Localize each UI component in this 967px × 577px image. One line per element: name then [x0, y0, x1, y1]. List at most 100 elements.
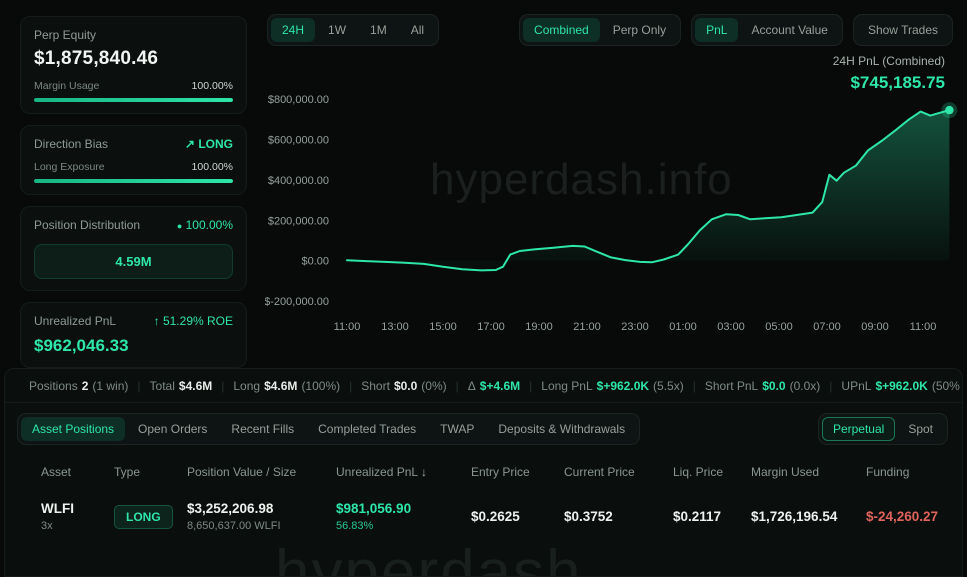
pnl-summary-label: 24H PnL (Combined) — [833, 54, 945, 68]
stat-long-pnl: Long PnL$+962.0K(5.5x) — [541, 379, 683, 393]
y-axis-tick-label: $-200,000.00 — [265, 296, 329, 308]
stat-short-part: $0.0 — [394, 379, 417, 393]
margin-usage-bar-fill — [34, 98, 233, 102]
asset-cell: WLFI3x — [41, 501, 114, 532]
position-distribution-label: Position Distribution — [34, 218, 140, 232]
stat-long-pnl-part: $+962.0K — [597, 379, 649, 393]
position-distribution-value: 100.00% — [186, 218, 233, 232]
unrealized-pnl-label: Unrealized PnL — [34, 314, 116, 328]
tab-open-orders[interactable]: Open Orders — [127, 417, 218, 441]
perp-only-button[interactable]: Perp Only — [602, 18, 677, 42]
direction-bias-card: Direction Bias ↗ LONG Long Exposure 100.… — [20, 125, 247, 195]
stat-short-pnl-part: Short PnL — [705, 379, 758, 393]
watermark-bottom-text: hyperdash — [275, 537, 583, 577]
column-header-margin-used[interactable]: Margin Used — [751, 465, 866, 479]
time-range-all[interactable]: All — [400, 18, 435, 42]
stat-long-part: (100%) — [301, 379, 340, 393]
column-header-funding[interactable]: Funding — [866, 465, 948, 479]
margin-usage-value: 100.00% — [192, 80, 233, 92]
position-distribution-amount[interactable]: 4.59M — [34, 244, 233, 279]
pnl-area-fill — [347, 110, 949, 270]
tab-recent-fills[interactable]: Recent Fills — [220, 417, 305, 441]
stat-separator: | — [456, 379, 459, 393]
toolbar-group-0: CombinedPerp Only — [519, 14, 681, 46]
account-value-button[interactable]: Account Value — [740, 18, 839, 42]
combined-button[interactable]: Combined — [523, 18, 600, 42]
x-axis-tick-label: 11:00 — [334, 321, 361, 333]
spot-toggle[interactable]: Spot — [897, 417, 944, 441]
tab-asset-positions[interactable]: Asset Positions — [21, 417, 125, 441]
x-axis-tick-label: 05:00 — [765, 321, 793, 333]
column-header-asset[interactable]: Asset — [41, 465, 114, 479]
stat-positions-part: 2 — [82, 379, 89, 393]
tabs-row: Asset PositionsOpen OrdersRecent FillsCo… — [5, 403, 962, 445]
pnl-chart-panel: 24H1W1MAll CombinedPerp Only PnLAccount V… — [265, 0, 967, 368]
market-toggle: PerpetualSpot — [818, 413, 948, 445]
margin-usage-bar — [34, 98, 233, 102]
x-axis-tick-label: 17:00 — [477, 321, 505, 333]
x-axis-tick-label: 21:00 — [573, 321, 601, 333]
stat-short-pnl-part: (0.0x) — [790, 379, 821, 393]
time-range-1m[interactable]: 1M — [359, 18, 398, 42]
tab-completed-trades[interactable]: Completed Trades — [307, 417, 427, 441]
unrealized-pnl-card: Unrealized PnL ↑ 51.29% ROE $962,046.33 — [20, 302, 247, 368]
column-header-position-value-size[interactable]: Position Value / Size — [187, 465, 336, 479]
chart-toolbar: 24H1W1MAll CombinedPerp Only PnLAccount V… — [265, 0, 967, 46]
table-header: AssetTypePosition Value / SizeUnrealized… — [41, 449, 948, 493]
stat-separator: | — [221, 379, 224, 393]
position-value: $3,252,206.98 — [187, 501, 336, 516]
stat-long-pnl-part: Long PnL — [541, 379, 592, 393]
stat-short-part: (0%) — [421, 379, 446, 393]
positions-panel: Positions2(1 win)|Total$4.6M|Long$4.6M(1… — [4, 368, 963, 577]
show-trades-button[interactable]: Show Trades — [857, 18, 949, 42]
long-badge: LONG — [114, 505, 173, 529]
stat-upnl-part: $+962.0K — [875, 379, 927, 393]
unrealized-pnl-value: $962,046.33 — [34, 336, 233, 356]
column-header-entry-price[interactable]: Entry Price — [471, 465, 564, 479]
upnl-percent: 56.83% — [336, 520, 471, 532]
long-exposure-label: Long Exposure — [34, 161, 105, 173]
stat-long-part: Long — [233, 379, 260, 393]
upnl-value: $981,056.90 — [336, 501, 471, 516]
column-header-current-price[interactable]: Current Price — [564, 465, 673, 479]
column-header-type[interactable]: Type — [114, 465, 187, 479]
pnl-button[interactable]: PnL — [695, 18, 738, 42]
stat-short-part: Short — [361, 379, 390, 393]
stat-positions: Positions 2(1 win) — [29, 379, 128, 393]
direction-bias-label: Direction Bias — [34, 137, 108, 151]
table-row[interactable]: WLFI3xLONG$3,252,206.988,650,637.00 WLFI… — [41, 493, 948, 540]
position-distribution-card: Position Distribution ● 100.00% 4.59M — [20, 206, 247, 291]
current-price: $0.3752 — [564, 509, 673, 524]
asset-leverage: 3x — [41, 520, 114, 532]
stat-separator: | — [137, 379, 140, 393]
pnl-chart[interactable]: $800,000.00$600,000.00$400,000.00$200,00… — [265, 92, 967, 342]
long-exposure-bar — [34, 179, 233, 183]
x-axis-tick-label: 07:00 — [813, 321, 841, 333]
time-range-24h[interactable]: 24H — [271, 18, 315, 42]
stat-positions-part: (1 win) — [92, 379, 128, 393]
column-header-unrealized-pnl[interactable]: Unrealized PnL ↓ — [336, 465, 471, 479]
x-axis-tick-label: 11:00 — [910, 321, 937, 333]
stat-upnl-part: UPnL — [841, 379, 871, 393]
stat-short: Short $0.0 (0%) — [361, 379, 446, 393]
stat-upnl-part: (50% win) — [932, 379, 963, 393]
x-axis-tick-label: 01:00 — [669, 321, 697, 333]
account-summary-sidebar: Perp Equity $1,875,840.46 Margin Usage 1… — [0, 0, 265, 368]
stat-separator: | — [529, 379, 532, 393]
sort-desc-icon: ↓ — [418, 465, 427, 479]
margin-usage-label: Margin Usage — [34, 80, 99, 92]
margin-used: $1,726,196.54 — [751, 509, 866, 524]
perp-equity-label: Perp Equity — [34, 28, 233, 42]
x-axis-tick-label: 15:00 — [429, 321, 457, 333]
perpetual-toggle[interactable]: Perpetual — [822, 417, 895, 441]
tab-deposits-withdrawals[interactable]: Deposits & Withdrawals — [487, 417, 636, 441]
perp-equity-card: Perp Equity $1,875,840.46 Margin Usage 1… — [20, 16, 247, 114]
stat-total-part: Total — [150, 379, 175, 393]
tab-twap[interactable]: TWAP — [429, 417, 485, 441]
funding-value: $-24,260.27 — [866, 509, 948, 524]
column-header-liq-price[interactable]: Liq. Price — [673, 465, 751, 479]
stat-short-pnl: Short PnL$0.0(0.0x) — [705, 379, 820, 393]
x-axis-tick-label: 19:00 — [525, 321, 553, 333]
time-range-1w[interactable]: 1W — [317, 18, 357, 42]
stat-positions-part: Positions — [29, 379, 78, 393]
